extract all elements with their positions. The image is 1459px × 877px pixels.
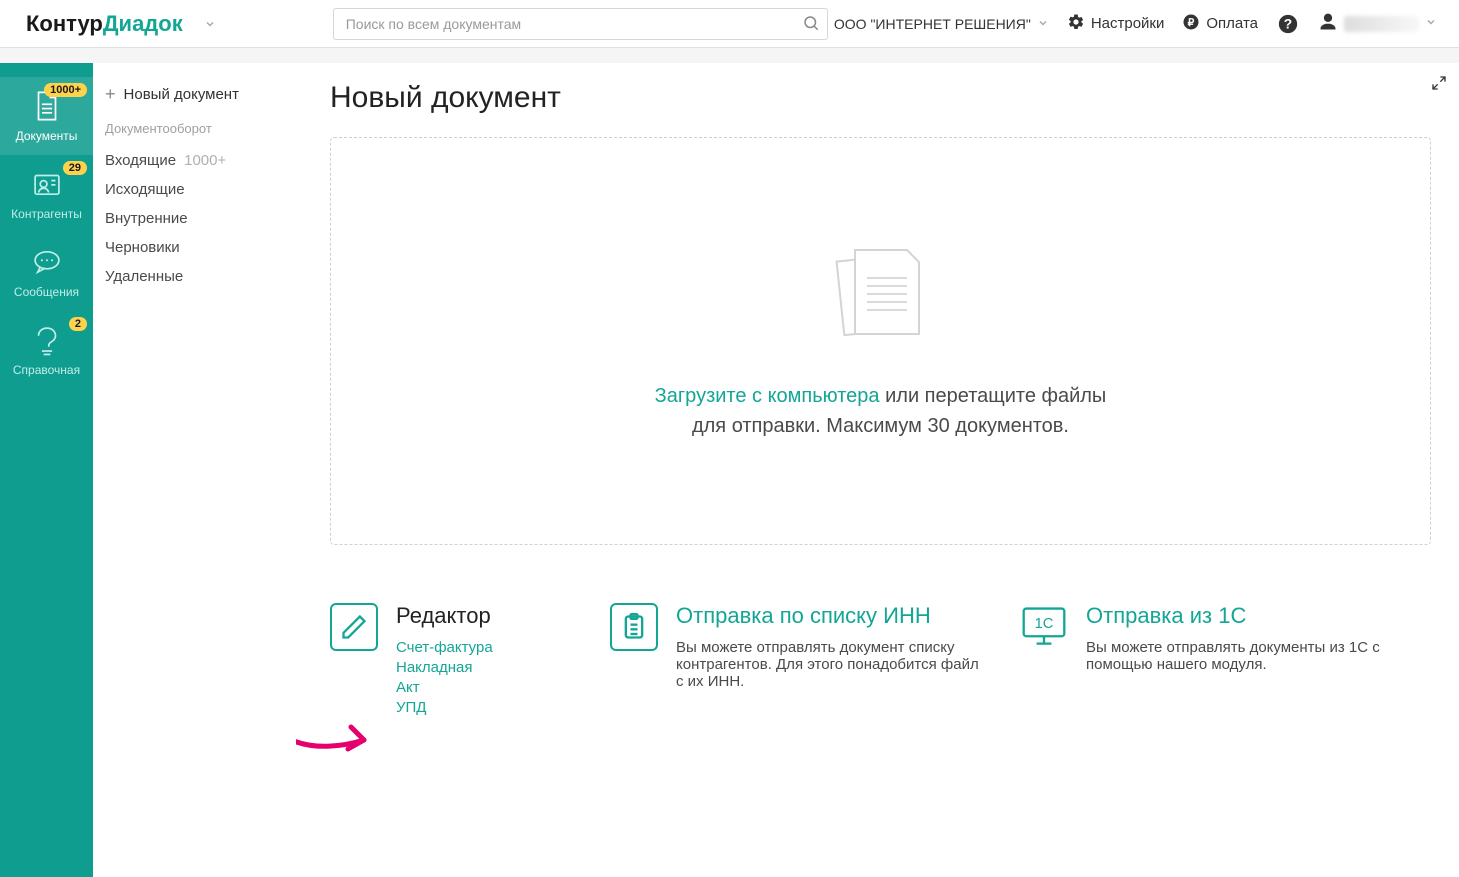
- editor-link-waybill[interactable]: Накладная: [396, 659, 493, 676]
- card-inn-title[interactable]: Отправка по списку ИНН: [676, 603, 990, 629]
- svg-text:1С: 1С: [1035, 616, 1054, 632]
- new-document-label: Новый документ: [124, 86, 239, 103]
- search-icon[interactable]: [802, 14, 820, 37]
- chevron-down-icon: [1037, 16, 1049, 32]
- product-logo[interactable]: Контур Диадок: [26, 11, 183, 37]
- payment-link[interactable]: ₽ Оплата: [1182, 13, 1258, 35]
- folder-deleted[interactable]: Удаленные: [105, 262, 295, 291]
- card-1c-desc: Вы можете отправлять документы из 1С с п…: [1086, 639, 1431, 673]
- rail-help-badge: 2: [69, 317, 87, 331]
- folder-inbox[interactable]: Входящие 1000+: [105, 146, 295, 175]
- folder-drafts-label: Черновики: [105, 239, 180, 256]
- card-editor-title: Редактор: [396, 603, 493, 629]
- documents-stack-icon: [821, 242, 941, 357]
- main-content: Новый документ: [296, 63, 1459, 877]
- card-inn-body: Отправка по списку ИНН Вы можете отправл…: [676, 603, 990, 690]
- rail-help[interactable]: 2 Справочная: [0, 311, 93, 389]
- rail-documents-badge: 1000+: [44, 83, 87, 97]
- svg-text:₽: ₽: [1188, 16, 1195, 28]
- monitor-1c-icon: 1С: [1020, 603, 1068, 651]
- folder-drafts[interactable]: Черновики: [105, 233, 295, 262]
- top-header: Контур Диадок ООО "ИНТЕРНЕТ РЕШЕНИЯ" Нас…: [0, 0, 1459, 48]
- rail-help-label: Справочная: [13, 363, 80, 377]
- folder-inbox-label: Входящие: [105, 152, 176, 169]
- rail-messages-label: Сообщения: [14, 285, 79, 299]
- card-editor-body: Редактор Счет-фактура Накладная Акт УПД: [396, 603, 493, 719]
- section-label: Документооборот: [105, 121, 295, 136]
- search-input[interactable]: [333, 8, 828, 40]
- dropzone-line2: для отправки. Максимум 30 документов.: [692, 415, 1069, 437]
- editor-link-invoice[interactable]: Счет-фактура: [396, 639, 493, 656]
- folder-outbox[interactable]: Исходящие: [105, 175, 295, 204]
- rail-contractors[interactable]: 29 Контрагенты: [0, 155, 93, 233]
- folder-inbox-count: 1000+: [184, 152, 226, 169]
- dropzone-rest: или перетащите файлы: [880, 385, 1107, 407]
- folder-outbox-label: Исходящие: [105, 181, 185, 198]
- fullscreen-icon[interactable]: [1431, 75, 1447, 96]
- card-1c[interactable]: 1С Отправка из 1С Вы можете отправлять д…: [1020, 603, 1431, 673]
- dropzone-text: Загрузите с компьютера или перетащите фа…: [655, 381, 1107, 441]
- chevron-down-icon: [1425, 15, 1437, 32]
- user-name-redacted: [1344, 16, 1419, 32]
- editor-link-upd[interactable]: УПД: [396, 699, 493, 716]
- card-editor-links: Счет-фактура Накладная Акт УПД: [396, 639, 493, 716]
- svg-text:?: ?: [1284, 16, 1292, 31]
- avatar-icon: [1318, 12, 1338, 36]
- org-name: ООО "ИНТЕРНЕТ РЕШЕНИЯ": [834, 16, 1031, 32]
- header-right: ООО "ИНТЕРНЕТ РЕШЕНИЯ" Настройки ₽ Оплат…: [834, 12, 1437, 36]
- folder-deleted-label: Удаленные: [105, 268, 183, 285]
- upload-link[interactable]: Загрузите с компьютера: [655, 385, 880, 407]
- search-container: [333, 8, 828, 40]
- org-switcher[interactable]: ООО "ИНТЕРНЕТ РЕШЕНИЯ": [834, 16, 1049, 32]
- plus-icon: +: [105, 85, 116, 103]
- clipboard-list-icon: [610, 603, 658, 651]
- rail-documents-label: Документы: [16, 129, 78, 143]
- rail-contractors-badge: 29: [63, 161, 87, 175]
- user-menu[interactable]: [1318, 12, 1437, 36]
- help-icon[interactable]: ?: [1276, 12, 1300, 36]
- payment-label: Оплата: [1206, 15, 1258, 32]
- card-inn-list[interactable]: Отправка по списку ИНН Вы можете отправл…: [610, 603, 990, 690]
- editor-link-act[interactable]: Акт: [396, 679, 493, 696]
- ruble-icon: ₽: [1182, 13, 1200, 35]
- doc-sidebar: + Новый документ Документооборот Входящи…: [93, 63, 296, 877]
- settings-link[interactable]: Настройки: [1067, 13, 1165, 35]
- upload-dropzone[interactable]: Загрузите с компьютера или перетащите фа…: [330, 137, 1431, 545]
- action-cards: Редактор Счет-фактура Накладная Акт УПД …: [330, 603, 1431, 719]
- folder-internal-label: Внутренние: [105, 210, 188, 227]
- card-editor: Редактор Счет-фактура Накладная Акт УПД: [330, 603, 580, 719]
- page-title: Новый документ: [330, 81, 1431, 115]
- rail-documents[interactable]: 1000+ Документы: [0, 77, 93, 155]
- folder-internal[interactable]: Внутренние: [105, 204, 295, 233]
- rail-contractors-label: Контрагенты: [11, 207, 82, 221]
- body-wrap: 1000+ Документы 29 Контрагенты Сообщения…: [0, 48, 1459, 877]
- editor-icon: [330, 603, 378, 651]
- nav-rail: 1000+ Документы 29 Контрагенты Сообщения…: [0, 63, 93, 877]
- rail-messages[interactable]: Сообщения: [0, 233, 93, 311]
- settings-label: Настройки: [1091, 15, 1165, 32]
- new-document-button[interactable]: + Новый документ: [105, 85, 295, 103]
- card-1c-title[interactable]: Отправка из 1С: [1086, 603, 1431, 629]
- logo-kontur: Контур: [26, 11, 103, 37]
- card-inn-desc: Вы можете отправлять документ списку кон…: [676, 639, 990, 690]
- product-switch-chevron[interactable]: [195, 18, 225, 30]
- card-1c-body: Отправка из 1С Вы можете отправлять доку…: [1086, 603, 1431, 673]
- logo-diadoc: Диадок: [103, 11, 183, 37]
- gear-icon: [1067, 13, 1085, 35]
